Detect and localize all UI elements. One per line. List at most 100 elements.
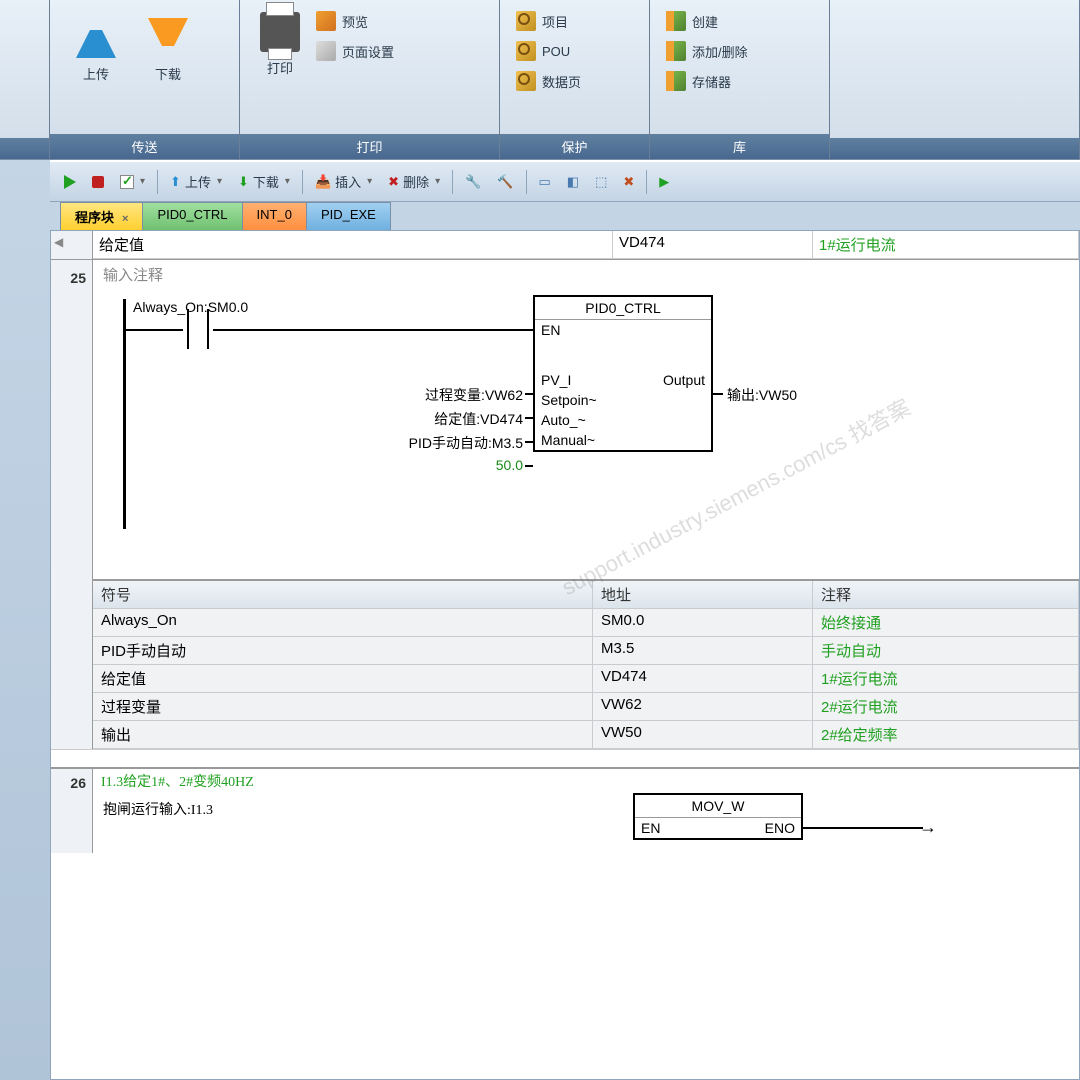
network-title[interactable]: 输入注释 bbox=[93, 260, 1079, 289]
tb-tool2[interactable]: 🔨 bbox=[493, 172, 517, 192]
memory-button[interactable]: 存储器 bbox=[660, 68, 754, 94]
key-icon bbox=[516, 11, 536, 31]
ribbon-group-protect: 项目 POU 数据页 保护 bbox=[500, 0, 650, 159]
create-label: 创建 bbox=[692, 12, 718, 31]
separator bbox=[526, 170, 527, 194]
contact-no[interactable] bbox=[183, 309, 213, 349]
tab-pid-exe[interactable]: PID_EXE bbox=[306, 202, 391, 230]
param-sp: 给定值:VD474 bbox=[323, 409, 523, 429]
tb-tool1[interactable]: 🔧 bbox=[461, 172, 485, 192]
tb-download[interactable]: ⬇下载▾ bbox=[234, 170, 294, 193]
print-label: 打印 bbox=[267, 58, 293, 77]
tb-go[interactable]: ▶ bbox=[655, 172, 673, 192]
addremove-button[interactable]: 添加/删除 bbox=[660, 38, 754, 64]
sym-addr: VD474 bbox=[593, 665, 813, 692]
tab-label: INT_0 bbox=[257, 207, 292, 222]
editor-content: 给定值 VD474 1#运行电流 25 输入注释 Always_On:SM0.0 bbox=[50, 230, 1080, 1080]
tb-win3[interactable]: ⬚ bbox=[591, 172, 611, 192]
fbd-mov-w[interactable]: MOV_W ENENO bbox=[633, 793, 803, 840]
prev-network-row: 给定值 VD474 1#运行电流 bbox=[51, 231, 1079, 260]
key-icon bbox=[516, 71, 536, 91]
print-button[interactable]: 打印 bbox=[250, 8, 310, 81]
ladder-diagram[interactable]: Always_On:SM0.0 PID0_CTRL EN PV_IOutput … bbox=[93, 289, 1079, 569]
col-comment: 注释 bbox=[813, 581, 1079, 608]
tab-pid0-ctrl[interactable]: PID0_CTRL bbox=[142, 202, 242, 230]
page-icon bbox=[316, 41, 336, 61]
symbol-row[interactable]: 输出VW502#给定频率 bbox=[93, 721, 1079, 749]
nav-arrow[interactable]: ◀ bbox=[54, 235, 63, 249]
editor-toolbar: ▾ ⬆上传▾ ⬇下载▾ 📥插入▾ ✖删除▾ 🔧 🔨 ▭ ◧ ⬚ ✖ ▶ bbox=[50, 160, 1080, 202]
tb-delete[interactable]: ✖删除▾ bbox=[384, 170, 444, 193]
tool-icon: 🔨 bbox=[497, 174, 513, 190]
compile-button[interactable]: ▾ bbox=[116, 173, 149, 191]
fbd-pid0-ctrl[interactable]: PID0_CTRL EN PV_IOutput Setpoin~ Auto_~ … bbox=[533, 295, 713, 452]
pou-button[interactable]: POU bbox=[510, 38, 587, 64]
project-label: 项目 bbox=[542, 12, 568, 31]
pin-setpoint: Setpoin~ bbox=[541, 392, 597, 408]
wire bbox=[713, 393, 723, 395]
tb-insert-label: 插入 bbox=[335, 172, 361, 191]
download-button[interactable]: 下载 bbox=[132, 8, 204, 87]
sym-addr: VW62 bbox=[593, 693, 813, 720]
sym-addr: M3.5 bbox=[593, 637, 813, 664]
pou-label: POU bbox=[542, 44, 570, 59]
separator bbox=[452, 170, 453, 194]
datapage-button[interactable]: 数据页 bbox=[510, 68, 587, 94]
preview-label: 预览 bbox=[342, 12, 368, 31]
symbol-row[interactable]: 过程变量VW622#运行电流 bbox=[93, 693, 1079, 721]
key-icon bbox=[516, 41, 536, 61]
upload-button[interactable]: 上传 bbox=[60, 8, 132, 87]
sym-name: 给定值 bbox=[93, 665, 593, 692]
tb-upload[interactable]: ⬆上传▾ bbox=[166, 170, 226, 193]
close-icon[interactable]: × bbox=[122, 213, 128, 225]
tab-int0[interactable]: INT_0 bbox=[242, 202, 307, 230]
lib-icon bbox=[666, 41, 686, 61]
preview-button[interactable]: 预览 bbox=[310, 8, 400, 34]
network-26: 26 I1.3给定1#、2#变频40HZ 抱闸运行输入:I1.3 MOV_W E… bbox=[51, 767, 1079, 853]
tb-delete-label: 删除 bbox=[403, 172, 429, 191]
wire bbox=[525, 441, 533, 443]
symbol-row[interactable]: Always_OnSM0.0始终接通 bbox=[93, 609, 1079, 637]
separator bbox=[302, 170, 303, 194]
tool-icon: 🔧 bbox=[465, 174, 481, 190]
delete-icon: ✖ bbox=[388, 174, 399, 190]
tb-close[interactable]: ✖ bbox=[619, 172, 638, 192]
ribbon-group-library: 创建 添加/删除 存储器 库 bbox=[650, 0, 830, 159]
arrow-up-icon: ⬆ bbox=[170, 174, 181, 190]
network-title[interactable]: I1.3给定1#、2#变频40HZ bbox=[93, 769, 1079, 793]
col-symbol: 符号 bbox=[93, 581, 593, 608]
block-title: MOV_W bbox=[635, 795, 801, 818]
stop-icon bbox=[92, 176, 104, 188]
dropdown-icon: ▾ bbox=[217, 176, 222, 187]
group-print-label: 打印 bbox=[240, 134, 499, 159]
download-label: 下载 bbox=[155, 64, 181, 83]
insert-icon: 📥 bbox=[315, 174, 331, 190]
group-library-label: 库 bbox=[650, 134, 829, 159]
tab-program-block[interactable]: 程序块× bbox=[60, 202, 143, 230]
tb-win1[interactable]: ▭ bbox=[535, 172, 555, 192]
pagesetup-label: 页面设置 bbox=[342, 42, 394, 61]
datapage-label: 数据页 bbox=[542, 72, 581, 91]
param-auto: PID手动自动:M3.5 bbox=[323, 433, 523, 453]
symbol-row[interactable]: 给定值VD4741#运行电流 bbox=[93, 665, 1079, 693]
arrow-down-icon bbox=[148, 18, 188, 58]
stop-button[interactable] bbox=[88, 174, 108, 190]
run-button[interactable] bbox=[60, 173, 80, 191]
symbol-row[interactable]: PID手动自动M3.5手动自动 bbox=[93, 637, 1079, 665]
sym-name: 输出 bbox=[93, 721, 593, 748]
wire bbox=[123, 329, 183, 331]
project-button[interactable]: 项目 bbox=[510, 8, 587, 34]
left-rail bbox=[123, 299, 126, 529]
pin-manual: Manual~ bbox=[541, 432, 595, 448]
sym-name: PID手动自动 bbox=[93, 637, 593, 664]
addremove-label: 添加/删除 bbox=[692, 42, 748, 61]
tb-insert[interactable]: 📥插入 ▾ bbox=[311, 170, 376, 193]
pagesetup-button[interactable]: 页面设置 bbox=[310, 38, 400, 64]
check-icon bbox=[120, 175, 134, 189]
arrow-right-icon: → bbox=[919, 817, 937, 838]
tb-win2[interactable]: ◧ bbox=[563, 172, 583, 192]
param-manual: 50.0 bbox=[323, 457, 523, 473]
dropdown-icon: ▾ bbox=[367, 176, 372, 187]
param-pv: 过程变量:VW62 bbox=[323, 385, 523, 405]
create-button[interactable]: 创建 bbox=[660, 8, 754, 34]
